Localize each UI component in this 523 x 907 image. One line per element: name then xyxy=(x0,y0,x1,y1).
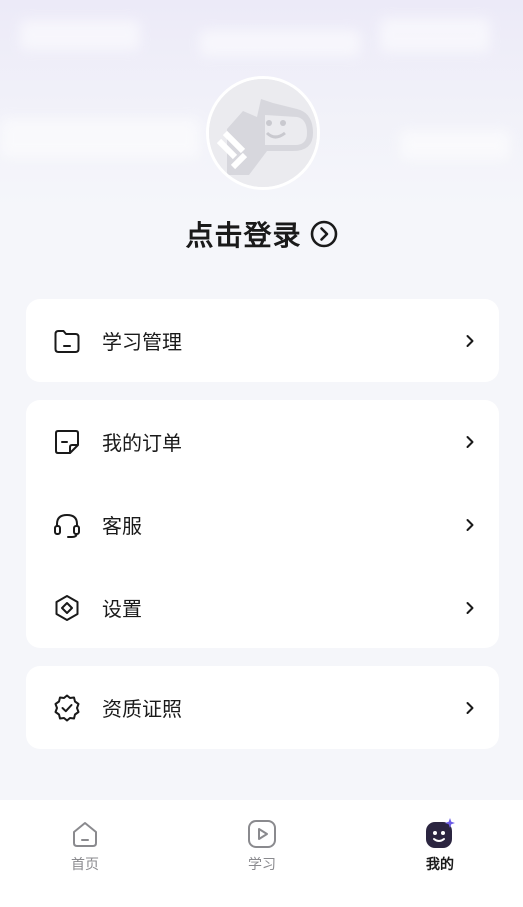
circle-arrow-right-icon xyxy=(310,220,337,248)
tab-label: 首页 xyxy=(71,857,99,873)
menu-card-services: 我的订单 客服 设置 xyxy=(26,400,499,648)
menu-item-label: 学习管理 xyxy=(102,330,182,354)
menu-item-settings[interactable]: 设置 xyxy=(26,566,499,649)
profile-face-icon xyxy=(426,818,455,848)
chevron-right-icon xyxy=(466,334,474,347)
menu-item-label: 我的订单 xyxy=(102,431,182,455)
folder-icon xyxy=(52,326,82,356)
chevron-right-icon xyxy=(466,601,474,614)
menu-item-study-management[interactable]: 学习管理 xyxy=(26,299,499,382)
headset-icon xyxy=(52,510,82,540)
menu-item-label: 设置 xyxy=(102,597,142,621)
home-icon xyxy=(73,822,97,847)
play-icon xyxy=(248,820,276,848)
login-label: 点击登录 xyxy=(185,219,302,252)
menu-item-customer-service[interactable]: 客服 xyxy=(26,483,499,566)
chevron-right-icon xyxy=(466,435,474,448)
chevron-right-icon xyxy=(466,701,474,714)
tab-label: 学习 xyxy=(248,857,276,873)
avatar[interactable] xyxy=(206,76,320,190)
bottom-tab-bar: 首页 学习 我的 xyxy=(0,800,523,907)
chevron-right-icon xyxy=(466,518,474,531)
menu-item-my-orders[interactable]: 我的订单 xyxy=(26,400,499,483)
menu-item-label: 资质证照 xyxy=(102,697,182,721)
menu-card-study: 学习管理 xyxy=(26,299,499,382)
order-doc-icon xyxy=(52,427,82,457)
tab-home[interactable]: 首页 xyxy=(45,818,125,874)
menu-item-certificates[interactable]: 资质证照 xyxy=(26,666,499,749)
menu-card-certificates: 资质证照 xyxy=(26,666,499,749)
tab-study[interactable]: 学习 xyxy=(222,818,302,874)
settings-icon xyxy=(52,593,82,623)
tab-mine[interactable]: 我的 xyxy=(400,818,480,874)
tab-label: 我的 xyxy=(426,857,454,873)
default-avatar-icon xyxy=(209,79,317,187)
menu-item-label: 客服 xyxy=(102,514,142,538)
login-link[interactable]: 点击登录 xyxy=(0,212,523,256)
certificate-badge-icon xyxy=(52,693,82,723)
